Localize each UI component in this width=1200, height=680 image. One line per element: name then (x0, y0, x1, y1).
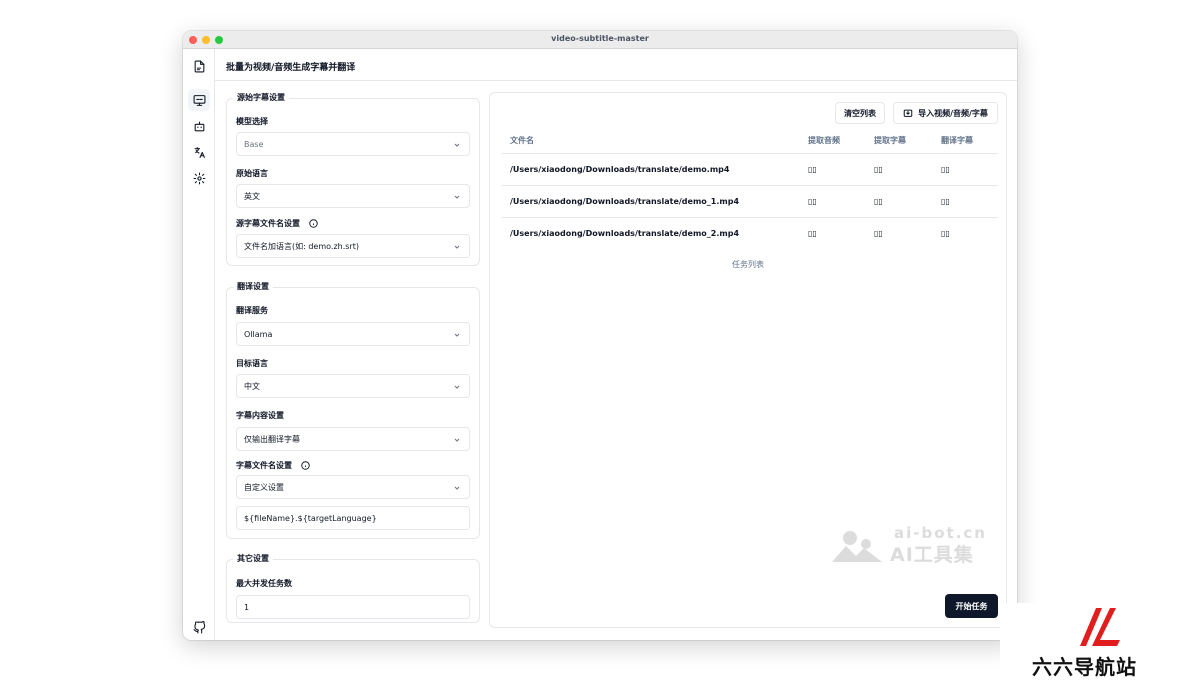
subtitle-filename-label-text: 字幕文件名设置 (236, 461, 292, 470)
window-title: video-subtitle-master (551, 34, 649, 43)
extract-subtitle-status: ▯▯ (874, 229, 883, 238)
subtitle-filename-label: 字幕文件名设置 (236, 460, 310, 471)
source-filename-label-text: 源字幕文件名设置 (236, 219, 300, 228)
translate-settings-card: 翻译设置 翻译服务 Ollama 目标语言 中文 字幕内容设置 仅输出翻译字幕 … (226, 281, 480, 539)
source-filename-label: 源字幕文件名设置 (236, 218, 318, 229)
title-bar: video-subtitle-master (183, 31, 1017, 49)
subtitle-content-label: 字幕内容设置 (236, 411, 284, 420)
file-path: /Users/xiaodong/Downloads/translate/demo… (510, 165, 730, 174)
concurrency-label: 最大并发任务数 (236, 579, 292, 588)
watermark: ai-bot.cn AI工具集 (830, 524, 1005, 568)
chevron-down-icon (454, 195, 460, 199)
bot-icon[interactable] (188, 115, 210, 137)
model-label: 模型选择 (236, 117, 268, 126)
info-icon[interactable] (309, 219, 318, 228)
translate-settings-legend: 翻译设置 (233, 281, 273, 292)
brand-logo-icon (1080, 608, 1120, 646)
translate-subtitle-status: ▯▯ (941, 229, 950, 238)
translate-icon[interactable] (188, 141, 210, 163)
extract-audio-status: ▯▯ (808, 197, 817, 206)
chevron-down-icon (454, 486, 460, 490)
column-header-translate-subtitle: 翻译字幕 (941, 136, 973, 145)
other-settings-legend: 其它设置 (233, 553, 273, 564)
source-filename-value: 文件名加语言(如: demo.zh.srt) (244, 241, 359, 251)
file-path: /Users/xiaodong/Downloads/translate/demo… (510, 197, 740, 206)
source-language-value: 英文 (244, 191, 260, 201)
table-row[interactable]: /Users/xiaodong/Downloads/translate/demo… (502, 185, 998, 217)
column-header-extract-audio: 提取音频 (808, 136, 840, 145)
source-language-label: 原始语言 (236, 169, 268, 178)
chevron-down-icon (454, 143, 460, 147)
model-select[interactable]: Base (236, 132, 470, 156)
source-filename-select[interactable]: 文件名加语言(如: demo.zh.srt) (236, 234, 470, 258)
translate-service-value: Ollama (244, 329, 273, 339)
model-select-value: Base (244, 139, 264, 149)
subtitle-filename-value: 自定义设置 (244, 482, 284, 492)
watermark-name: AI工具集 (890, 544, 974, 566)
extract-subtitle-status: ▯▯ (874, 165, 883, 174)
source-settings-legend: 源始字幕设置 (233, 92, 289, 103)
translate-service-select[interactable]: Ollama (236, 322, 470, 346)
other-settings-card: 其它设置 最大并发任务数 1 (226, 553, 480, 623)
chevron-down-icon (454, 385, 460, 389)
watermark-logo-icon (832, 531, 882, 562)
column-header-filename: 文件名 (510, 136, 534, 145)
info-icon[interactable] (301, 461, 310, 470)
extract-audio-status: ▯▯ (808, 229, 817, 238)
translate-service-label: 翻译服务 (236, 306, 268, 315)
translate-subtitle-status: ▯▯ (941, 165, 950, 174)
translate-subtitle-status: ▯▯ (941, 197, 950, 206)
start-task-label: 开始任务 (955, 601, 988, 611)
target-language-label: 目标语言 (236, 359, 268, 368)
page-header: 批量为视频/音频生成字幕并翻译 (215, 49, 1017, 81)
extract-audio-status: ▯▯ (808, 165, 817, 174)
sidebar (183, 49, 215, 640)
table-caption: 任务列表 (732, 260, 764, 269)
subtitle-content-select[interactable]: 仅输出翻译字幕 (236, 427, 470, 451)
subtitle-filename-select[interactable]: 自定义设置 (236, 475, 470, 499)
import-button[interactable]: 导入视频/音频/字幕 (893, 102, 998, 124)
table-row[interactable]: /Users/xiaodong/Downloads/translate/demo… (502, 217, 998, 249)
filename-template-input[interactable]: ${fileName}.${targetLanguage} (236, 506, 470, 530)
gear-icon[interactable] (188, 167, 210, 189)
source-settings-card: 源始字幕设置 模型选择 Base 原始语言 英文 源字幕文件名设置 文件名加语言… (226, 92, 480, 266)
import-label: 导入视频/音频/字幕 (918, 108, 988, 118)
chevron-down-icon (454, 245, 460, 249)
source-language-select[interactable]: 英文 (236, 184, 470, 208)
file-audio-icon[interactable] (188, 55, 210, 77)
clear-list-label: 清空列表 (844, 108, 876, 118)
clear-list-button[interactable]: 清空列表 (835, 102, 885, 124)
github-icon[interactable] (188, 616, 210, 638)
column-header-extract-subtitle: 提取字幕 (874, 136, 906, 145)
brand-overlay: 六六导航站 (1000, 603, 1200, 679)
extract-subtitle-status: ▯▯ (874, 197, 883, 206)
import-icon (903, 109, 913, 117)
page-title: 批量为视频/音频生成字幕并翻译 (226, 63, 356, 73)
subtitle-screen-icon[interactable] (188, 89, 210, 111)
subtitle-content-value: 仅输出翻译字幕 (244, 434, 300, 444)
start-task-button[interactable]: 开始任务 (945, 594, 998, 618)
chevron-down-icon (454, 438, 460, 442)
table-row[interactable]: /Users/xiaodong/Downloads/translate/demo… (502, 153, 998, 185)
concurrency-input[interactable]: 1 (236, 595, 470, 619)
target-language-select[interactable]: 中文 (236, 374, 470, 398)
file-path: /Users/xiaodong/Downloads/translate/demo… (510, 229, 740, 238)
filename-template-value: ${fileName}.${targetLanguage} (244, 513, 377, 523)
target-language-value: 中文 (244, 381, 260, 391)
brand-name: 六六导航站 (1032, 655, 1137, 679)
chevron-down-icon (454, 333, 460, 337)
concurrency-value: 1 (244, 602, 250, 612)
